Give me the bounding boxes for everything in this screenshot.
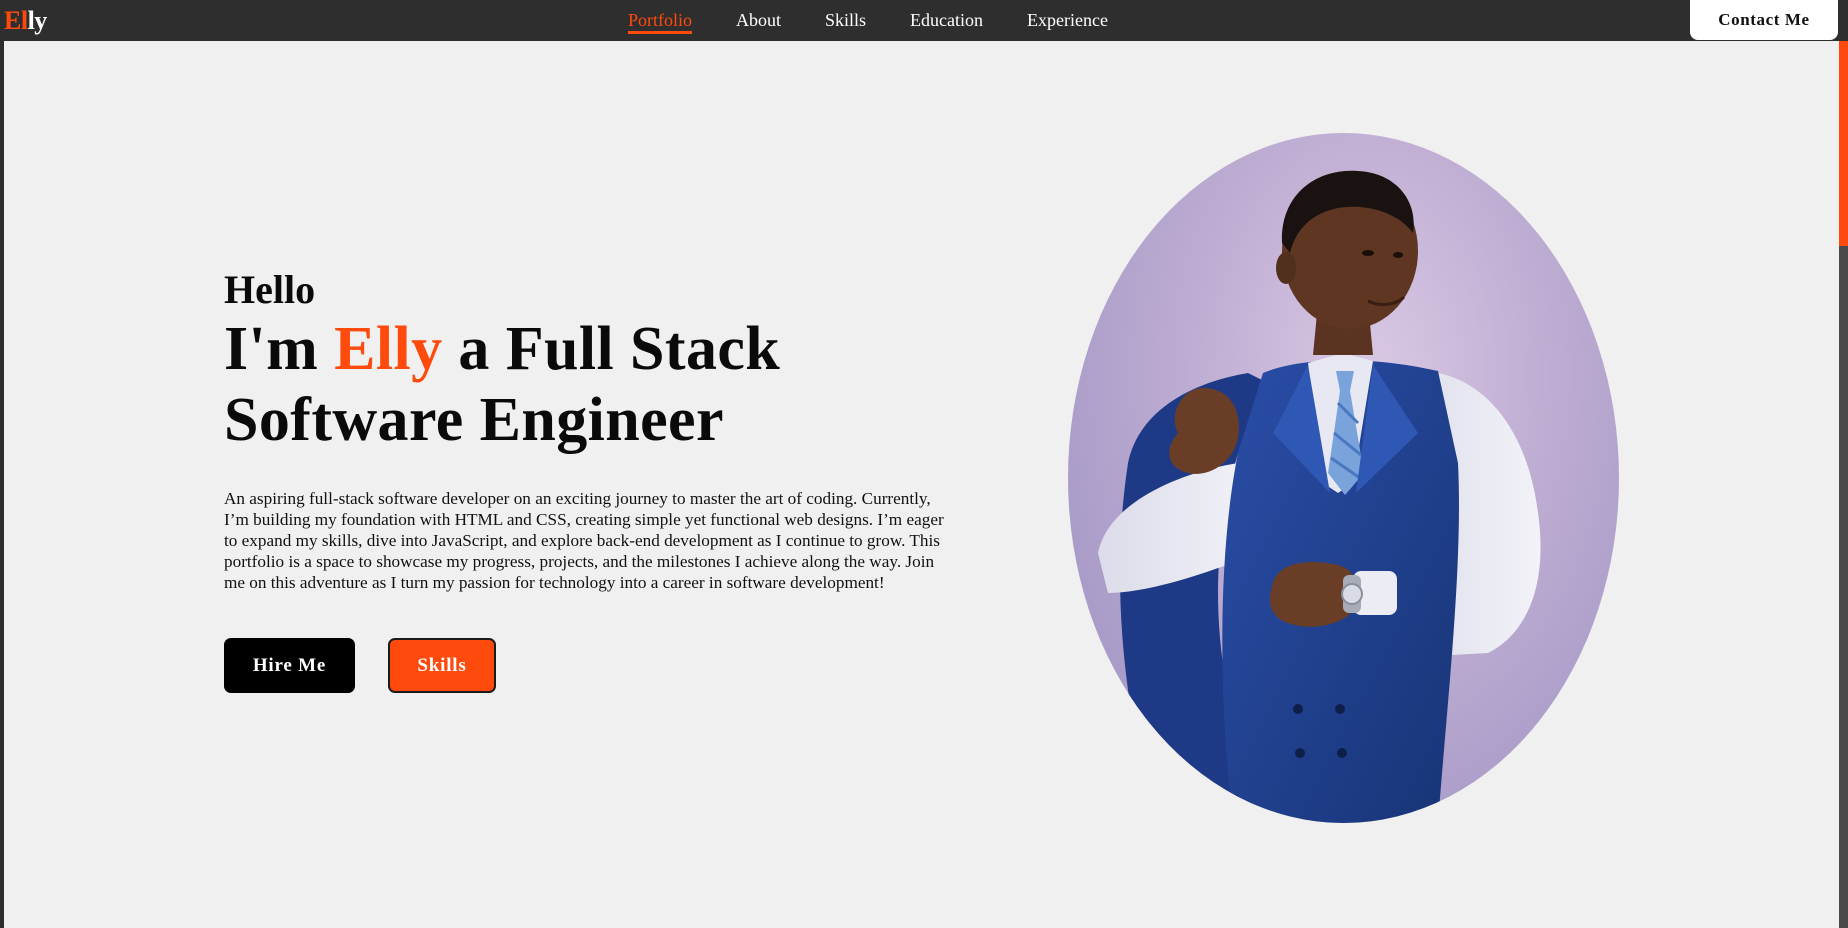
headline-name: Elly (334, 315, 443, 383)
scrollbar-thumb[interactable] (1839, 41, 1848, 246)
contact-me-button[interactable]: Contact Me (1690, 0, 1838, 40)
headline-suffix: a Full Stack (458, 315, 781, 383)
hero-headline: I'm Elly a Full Stack Software Engineer (224, 314, 964, 456)
window-edge (0, 0, 4, 928)
hire-me-button[interactable]: Hire Me (224, 638, 355, 693)
nav-link-about[interactable]: About (736, 9, 781, 34)
skills-button[interactable]: Skills (388, 638, 496, 693)
hero-bio: An aspiring full-stack software develope… (224, 489, 944, 592)
hero-greeting: Hello (224, 267, 316, 312)
nav-links: Portfolio About Skills Education Experie… (628, 9, 1152, 34)
logo[interactable]: Elly (4, 5, 47, 36)
headline-prefix: I'm (224, 315, 319, 383)
nav-link-education[interactable]: Education (910, 9, 983, 34)
portrait-photo (1068, 133, 1619, 823)
nav-link-experience[interactable]: Experience (1027, 9, 1108, 34)
logo-rest: ly (27, 6, 48, 35)
portfolio-page: Elly Portfolio About Skills Education Ex… (0, 0, 1848, 928)
headline-line2: Software Engineer (224, 386, 724, 454)
hero-actions: Hire Me Skills (224, 638, 496, 693)
nav-link-skills[interactable]: Skills (825, 9, 866, 34)
hero-text: Hello I'm Elly a Full Stack Software Eng… (224, 266, 964, 610)
nav-link-portfolio[interactable]: Portfolio (628, 9, 693, 34)
logo-accent: El (4, 6, 28, 35)
portrait-illustration (1098, 170, 1541, 823)
top-navbar: Elly Portfolio About Skills Education Ex… (0, 0, 1848, 41)
